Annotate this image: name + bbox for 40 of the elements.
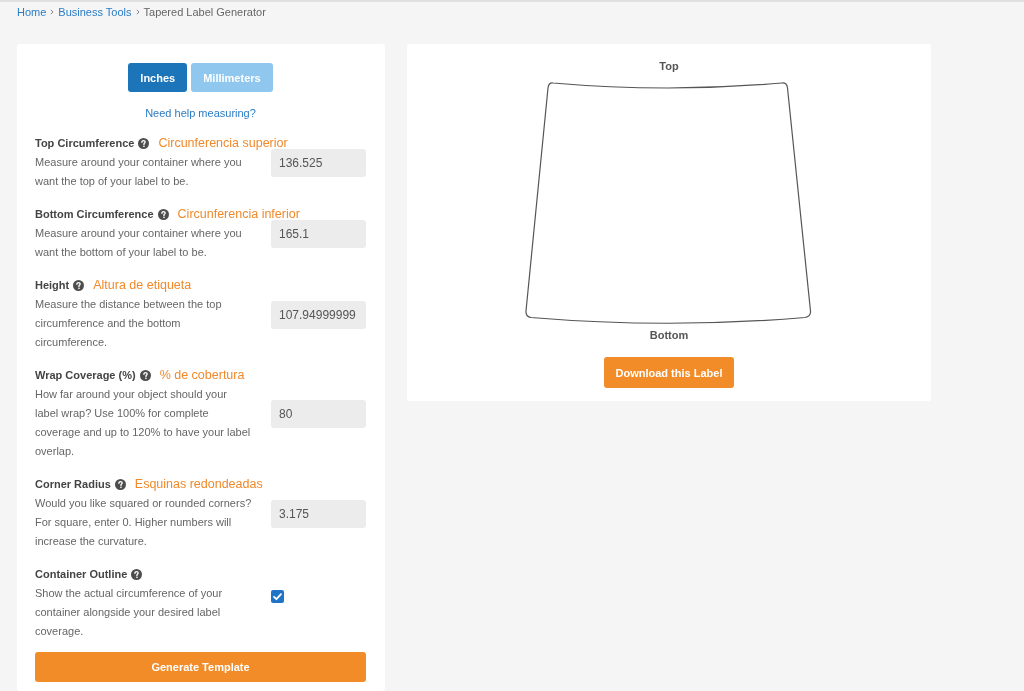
field-description: Show the actual circumference of your container alongside your desired label coverage. [35, 586, 223, 639]
help-icon[interactable] [157, 208, 169, 220]
field-label: Wrap Coverage (%) [35, 369, 136, 381]
help-icon[interactable] [73, 279, 85, 291]
field-description: Measure around your container where you want the top of your label to be. [35, 155, 242, 189]
help-icon[interactable] [131, 568, 143, 580]
field-description: Measure around your container where you want the bottom of your label to be. [35, 226, 242, 260]
annotation-text: Esquinas redondeadas [134, 477, 263, 491]
field-label: Bottom Circumference [35, 208, 154, 220]
field-label: Height [35, 279, 70, 291]
chevron-icon [50, 9, 55, 15]
number-input[interactable]: 136.525 [271, 149, 366, 177]
breadcrumb-link[interactable]: Home [17, 5, 47, 19]
number-input[interactable]: 107.94999999 [271, 300, 366, 329]
generate-template-button[interactable]: Generate Template [35, 652, 366, 682]
annotation-text: Circunferencia superior [158, 136, 288, 150]
top-caption: Top [659, 60, 679, 72]
annotation-text: Circunferencia inferior [177, 207, 300, 221]
help-icon[interactable] [114, 478, 126, 490]
number-input[interactable]: 165.1 [271, 220, 366, 248]
field-description: Would you like squared or rounded corners? For square, enter 0. Higher numbers will increase the curvature. [35, 496, 252, 549]
help-icon[interactable] [139, 369, 151, 381]
field-label: Corner Radius [35, 478, 111, 490]
breadcrumb-link[interactable]: Business Tools [58, 5, 132, 19]
download-label-button[interactable]: Download this Label [603, 357, 735, 388]
unit-toggle-button[interactable]: Inches [128, 63, 188, 92]
help-icon[interactable] [138, 137, 150, 149]
number-input[interactable]: 3.175 [271, 499, 366, 528]
field-label: Container Outline [35, 568, 128, 580]
field-description: How far around your object should your label wrap? Use 100% for complete coverage and up to 120% to have your label overlap. [35, 387, 251, 459]
chevron-icon [135, 9, 140, 15]
number-input[interactable]: 80 [271, 400, 366, 428]
field-description: Measure the distance between the top circumference and the bottom circumference. [35, 297, 222, 350]
breadcrumb-current: Tapered Label Generator [143, 5, 266, 19]
checkbox[interactable] [271, 590, 284, 603]
annotation-text: % de cobertura [159, 368, 245, 382]
bottom-caption: Bottom [649, 329, 689, 341]
help-link[interactable]: Need help measuring? [145, 106, 256, 120]
annotation-text: Altura de etiqueta [93, 278, 192, 292]
field-label: Top Circumference [35, 137, 135, 149]
